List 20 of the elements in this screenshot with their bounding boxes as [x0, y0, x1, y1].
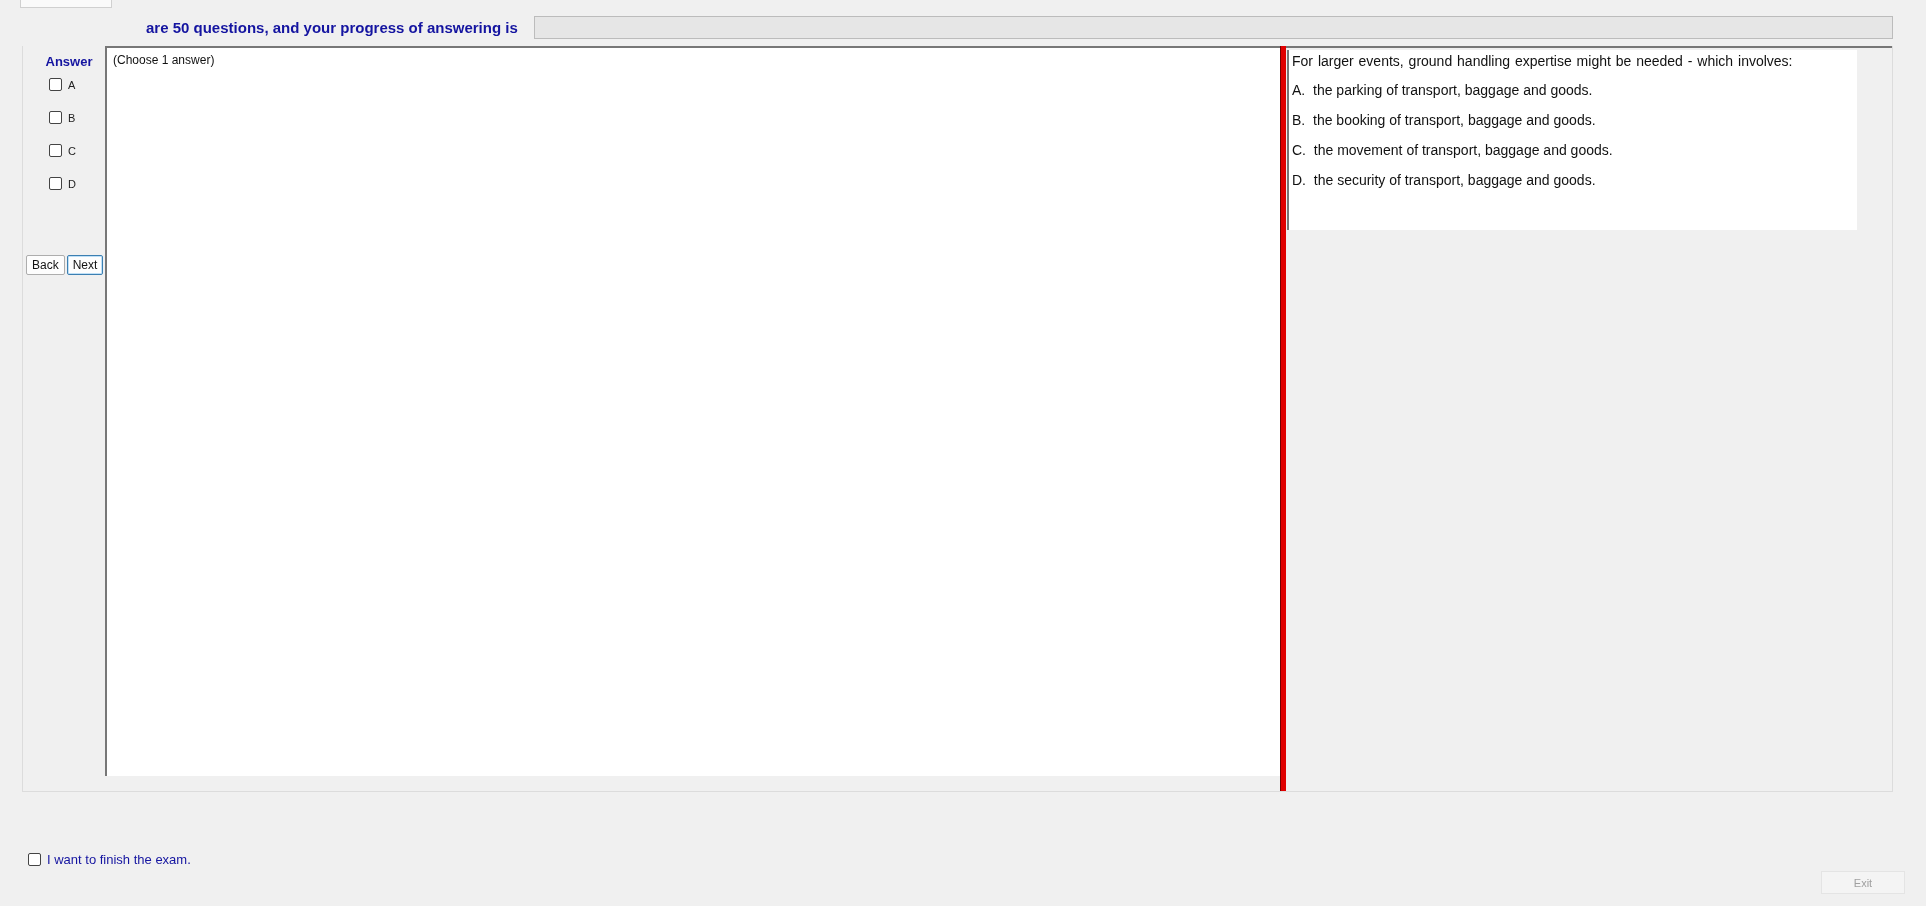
choice-text: A. the parking of transport, baggage and goods.: [1292, 82, 1594, 98]
option-label: B: [68, 111, 76, 124]
question-text: For larger events, ground handling expertise might be needed - which involves:: [1292, 53, 1794, 69]
finish-label: I want to finish the exam.: [47, 852, 191, 867]
nav-button[interactable]: Back: [26, 255, 65, 275]
nav-button[interactable]: Next: [66, 255, 104, 275]
answer-heading: Answer: [45, 54, 93, 69]
choice-text: B. the booking of transport, baggage and goods.: [1292, 112, 1597, 128]
choice-text: C. the movement of transport, baggage and goods.: [1292, 142, 1614, 158]
checkbox[interactable]: [49, 177, 62, 190]
progress-label: are 50 questions, and your progress of answering is: [146, 18, 518, 36]
checkbox[interactable]: [49, 111, 62, 124]
option-label: C: [68, 144, 76, 157]
option-label: A: [68, 78, 76, 91]
instruction-text: (Choose 1 answer): [113, 53, 215, 67]
checkbox[interactable]: [49, 144, 62, 157]
option-label: D: [68, 177, 76, 190]
checkbox[interactable]: [28, 853, 41, 866]
choice-text: D. the security of transport, baggage and goods.: [1292, 172, 1597, 188]
checkbox[interactable]: [49, 78, 62, 91]
